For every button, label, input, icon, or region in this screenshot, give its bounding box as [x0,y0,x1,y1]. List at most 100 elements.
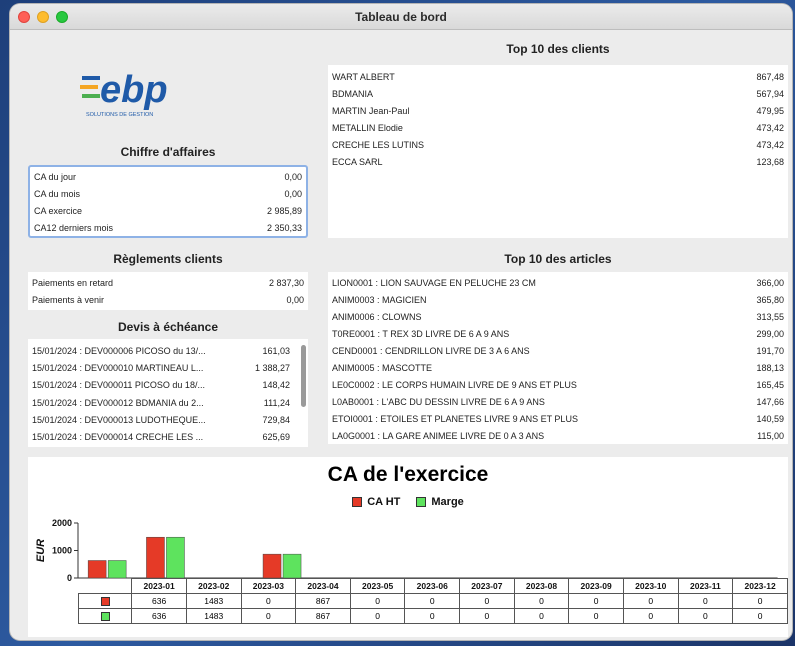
close-window-button[interactable] [18,11,30,23]
reglement-row[interactable]: Paiements à venir 0,00 [28,291,308,308]
article-row-value: 147,66 [756,396,784,407]
x-tick-label: 2023-11 [677,578,734,594]
top-articles-title: Top 10 des articles [504,252,612,266]
table-corner [78,578,132,594]
data-label: 0 [677,593,734,609]
x-tick-label: 2023-09 [568,578,624,594]
table-header-row: 2023-01 2023-02 2023-03 2023-04 2023-05 2023-… [78,578,788,594]
ca-row-value: 2 985,89 [266,205,302,216]
ca-row-label: CA exercice [34,205,83,216]
ca-row-label: CA du jour [34,171,77,182]
data-label: 0 [568,608,624,624]
x-tick-label: 2023-08 [513,578,570,594]
devis-row[interactable]: 15/01/2024 : DEV000010 MARTINEAU L... 1 3… [28,359,308,376]
article-row-label: CEND0001 : CENDRILLON LIVRE DE 3 A 6 ANS [332,345,530,356]
client-row[interactable]: BDMANIA 567,94 [328,85,788,102]
data-label: 867 [295,608,351,624]
devis-row[interactable]: 15/01/2024 : DEV000013 LUDOTHEQUE... 729,… [28,411,308,428]
client-row-label: ECCA SARL [332,156,383,167]
data-label: 1483 [185,593,242,609]
data-label: 0 [622,608,679,624]
devis-row-label: 15/01/2024 : DEV000006 PICOSO du 13/... [32,345,206,356]
client-row[interactable]: WART ALBERT 867,48 [328,68,788,85]
article-row[interactable]: ANIM0005 : MASCOTTE 188,13 [328,359,788,376]
bar-ca-ht [262,553,282,579]
top-articles-panel[interactable]: LION0001 : LION SAUVAGE EN PELUCHE 23 CM… [328,272,788,444]
data-label: 0 [677,608,734,624]
client-row-label: MARTIN Jean-Paul [332,105,410,116]
article-row[interactable]: ETOI0001 : ETOILES ET PLANETES LIVRE 9 A… [328,410,788,427]
top-clients-panel[interactable]: WART ALBERT 867,48 BDMANIA 567,94 MARTIN Jea… [328,65,788,238]
chart-data-table: 2023-01 2023-02 2023-03 2023-04 2023-05 2023-… [77,578,788,624]
devis-row[interactable]: 15/01/2024 : DEV000011 PICOSO du 18/... 1… [28,377,308,394]
devis-row[interactable]: 15/01/2024 : DEV000006 PICOSO du 13/... 1… [28,342,308,359]
legend-swatch [352,497,363,507]
devis-row-value: 625,69 [262,432,290,443]
series-swatch-cell [77,593,133,609]
data-label: 0 [240,593,297,609]
x-tick-label: 2023-05 [349,578,406,594]
reglements-panel[interactable]: Paiements en retard 2 837,30 Paiements à v… [28,272,308,310]
devis-row[interactable]: 15/01/2024 : DEV000014 CRECHE LES ... 625… [28,428,308,445]
data-label: 1483 [185,608,242,624]
article-row[interactable]: T0RE0001 : T REX 3D LIVRE DE 6 A 9 ANS 29… [328,325,788,342]
reglement-row[interactable]: Paiements en retard 2 837,30 [28,274,308,291]
article-row-value: 313,55 [756,311,784,322]
window-title: Tableau de bord [355,9,447,24]
devis-row-value: 729,84 [262,414,290,425]
devis-row-value: 148,42 [262,380,290,391]
data-label: 0 [732,608,788,624]
devis-scrollbar[interactable] [301,345,306,407]
zoom-window-button[interactable] [56,11,68,23]
ca-row-value: 2 350,33 [266,222,302,233]
article-row[interactable]: LA0G0001 : LA GARE ANIMEE LIVRE DE 0 A 3… [328,427,788,444]
article-row-value: 188,13 [756,362,784,373]
ca-row[interactable]: CA du mois 0,00 [30,185,306,202]
client-row[interactable]: CRECHE LES LUTINS 473,42 [328,136,788,153]
devis-row[interactable]: 15/01/2024 : DEV000012 BDMANIA du 2... 11… [28,394,308,411]
title-bar: Tableau de bord [10,4,792,30]
article-row[interactable]: LION0001 : LION SAUVAGE EN PELUCHE 23 CM… [328,274,788,291]
client-row-value: 567,94 [756,88,784,99]
x-tick-label: 2023-07 [459,578,515,594]
chiffre-affaires-panel[interactable]: CA du jour 0,00 CA du mois 0,00 CA exercice 2… [28,165,308,238]
article-row[interactable]: LE0C0002 : LE CORPS HUMAIN LIVRE DE 9 AN… [328,376,788,393]
x-tick-label: 2023-06 [404,578,461,594]
client-row[interactable]: ECCA SARL 123,68 [328,153,788,170]
ca-row-label: CA du mois [34,188,81,199]
article-row-label: L0AB0001 : L'ABC DU DESSIN LIVRE DE 6 A … [332,396,545,407]
x-tick-label: 2023-03 [240,578,297,594]
ca-row-value: 0,00 [284,188,302,199]
data-label: 0 [404,593,461,609]
data-label: 636 [131,593,187,609]
data-label: 0 [404,608,461,624]
x-tick-label: 2023-12 [732,578,788,594]
bar-ca-ht [87,560,107,579]
y-tick-label: 0 [67,573,72,583]
devis-row-label: 15/01/2024 : DEV000012 BDMANIA du 2... [32,397,204,408]
article-row[interactable]: L0AB0001 : L'ABC DU DESSIN LIVRE DE 6 A … [328,393,788,410]
article-row[interactable]: ANIM0003 : MAGICIEN 365,80 [328,291,788,308]
ca-row[interactable]: CA exercice 2 985,89 [30,202,306,219]
chart-title: CA de l'exercice [327,463,489,486]
article-row-label: ANIM0003 : MAGICIEN [332,294,427,305]
client-row[interactable]: MARTIN Jean-Paul 479,95 [328,102,788,119]
article-row-label: ANIM0005 : MASCOTTE [332,362,433,373]
client-row-label: METALLIN Elodie [332,122,403,133]
article-row[interactable]: ANIM0006 : CLOWNS 313,55 [328,308,788,325]
client-row-value: 867,48 [756,71,784,82]
client-row-label: CRECHE LES LUTINS [332,139,425,150]
reglement-row-label: Paiements en retard [32,277,114,288]
ca-row-label: CA12 derniers mois [34,222,114,233]
devis-row-label: 15/01/2024 : DEV000014 CRECHE LES ... [32,432,204,443]
devis-panel[interactable]: 15/01/2024 : DEV000006 PICOSO du 13/... 1… [28,339,308,447]
devis-row-value: 1 388,27 [254,362,290,373]
article-row[interactable]: CEND0001 : CENDRILLON LIVRE DE 3 A 6 ANS… [328,342,788,359]
ca-row[interactable]: CA du jour 0,00 [30,168,306,185]
ca-row[interactable]: CA12 derniers mois 2 350,33 [30,219,306,236]
data-label: 0 [568,593,624,609]
table-row: 636 1483 0 867 0 0 0 0 0 0 0 0 [77,593,788,609]
client-row[interactable]: METALLIN Elodie 473,42 [328,119,788,136]
minimize-window-button[interactable] [37,11,49,23]
legend-item: CA HT [352,496,400,508]
